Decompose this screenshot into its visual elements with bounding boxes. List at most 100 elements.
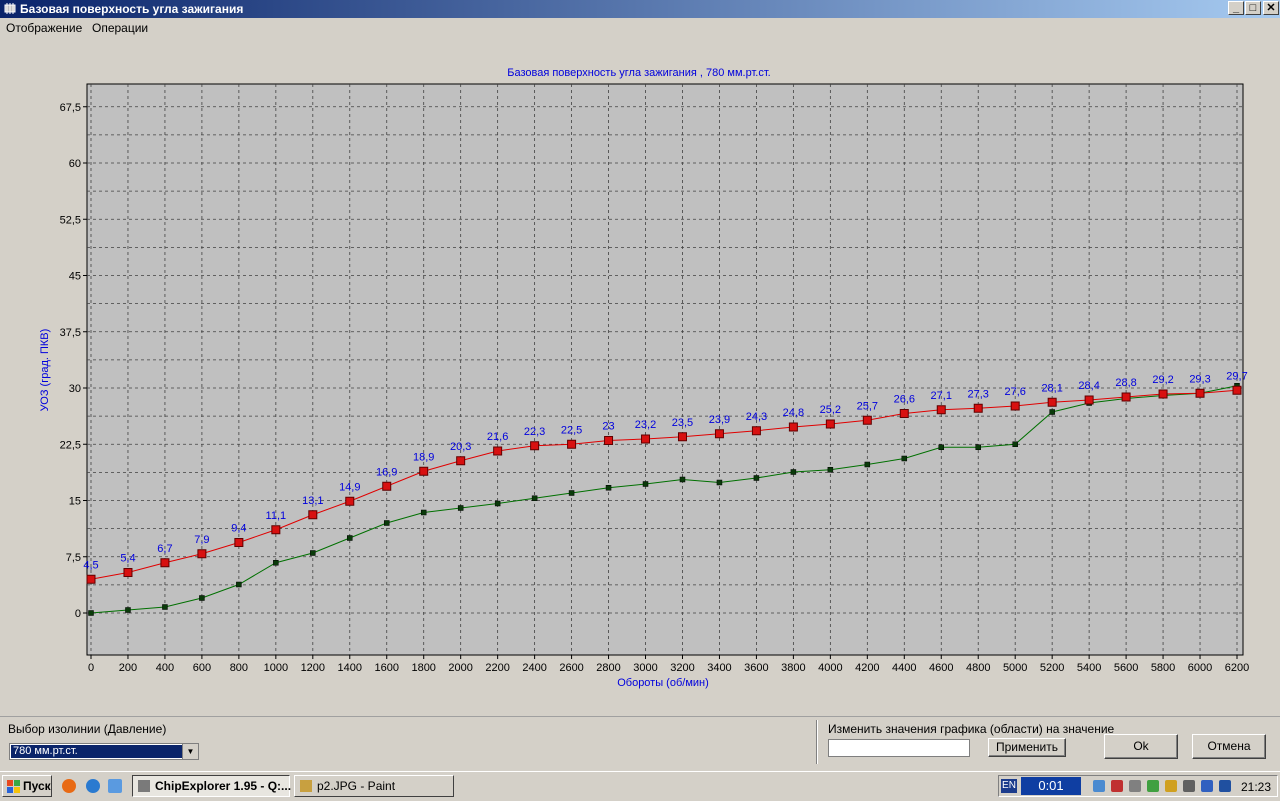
taskbar: Пуск ChipExplorer 1.95 - Q:... p2.JPG - … [0,771,1280,801]
system-tray: EN 0:01 21:23 [998,775,1278,797]
chart-title: Базовая поверхность угла зажигания , 780… [507,67,771,79]
green-series-point [199,595,205,601]
connection-timer[interactable]: 0:01 [1021,777,1081,795]
volume-icon[interactable] [1129,780,1141,792]
start-button[interactable]: Пуск [2,775,52,797]
x-tick-label: 3400 [707,662,731,674]
antivirus-icon[interactable] [1111,780,1123,792]
data-label: 16,9 [376,466,397,478]
quick-launch-icon[interactable] [108,779,122,793]
clock: 21:23 [1240,780,1271,794]
change-value-input[interactable] [828,739,970,757]
data-label: 28,8 [1115,377,1136,389]
tray-app-icon[interactable] [1201,780,1213,792]
x-tick-label: 6200 [1225,662,1249,674]
tray-app-icon[interactable] [1183,780,1195,792]
x-tick-label: 0 [88,662,94,674]
chevron-down-icon[interactable]: ▼ [182,744,198,759]
x-tick-label: 1400 [338,662,362,674]
menu-operations[interactable]: Операции [92,21,148,35]
green-series-point [901,455,908,462]
green-series-point [679,476,686,483]
y-tick-label: 60 [69,158,81,170]
ignition-angle-chart[interactable]: Базовая поверхность угла зажигания , 780… [0,56,1280,696]
x-tick-label: 6000 [1188,662,1212,674]
red-series-point [677,432,687,442]
data-label: 23,9 [709,414,730,426]
y-axis-label: УОЗ (град. ПКВ) [39,329,51,412]
tray-app-icon[interactable] [1219,780,1231,792]
apply-button[interactable]: Применить [988,738,1066,757]
minimize-button[interactable]: _ [1228,1,1244,15]
firefox-icon[interactable] [62,779,76,793]
language-indicator[interactable]: EN [1001,779,1017,793]
red-series-point [567,439,577,449]
plot-area [86,83,1244,656]
task-paint[interactable]: p2.JPG - Paint [294,775,454,797]
isoline-select-value: 780 мм.рт.ст. [11,745,182,758]
data-label: 5,4 [120,553,135,565]
data-label: 23 [602,421,614,433]
red-series-point [973,403,983,413]
x-tick-label: 5800 [1151,662,1175,674]
data-label: 29,7 [1226,370,1247,382]
task-label: ChipExplorer 1.95 - Q:... [155,779,292,793]
data-label: 14,9 [339,481,360,493]
x-tick-label: 4800 [966,662,990,674]
y-tick-label: 15 [69,496,81,508]
x-tick-label: 5400 [1077,662,1101,674]
change-value-label: Изменить значения графика (области) на з… [828,722,1115,736]
red-series-point [1084,395,1094,405]
task-label: p2.JPG - Paint [317,779,396,793]
data-label: 27,6 [1004,386,1025,398]
green-series-point [568,490,575,496]
network-icon[interactable] [1093,780,1105,792]
red-series-point [899,409,909,418]
green-series-point [1049,409,1055,415]
data-label: 20,3 [450,441,471,453]
x-tick-label: 2600 [559,662,583,674]
isoline-select[interactable]: 780 мм.рт.ст. ▼ [9,743,199,760]
data-label: 24,3 [746,411,767,423]
data-label: 27,3 [968,388,989,400]
ok-button[interactable]: Ok [1104,734,1178,759]
red-series-point [751,426,761,436]
data-label: 23,2 [635,419,656,431]
x-tick-label: 1800 [411,662,435,674]
data-label: 27,1 [931,390,952,402]
y-tick-label: 22,5 [60,439,81,451]
red-series-point [1158,389,1168,399]
data-label: 18,9 [413,451,434,463]
x-tick-label: 2800 [596,662,620,674]
menu-display[interactable]: Отображение [6,21,82,35]
data-label: 11,1 [266,510,287,522]
x-tick-label: 3600 [744,662,768,674]
green-series-point [864,461,871,468]
task-chipexplorer[interactable]: ChipExplorer 1.95 - Q:... [132,775,292,797]
maximize-button[interactable]: □ [1245,1,1261,15]
x-tick-label: 4000 [818,662,842,674]
x-tick-label: 1000 [264,662,288,674]
green-series-point [827,467,834,473]
data-label: 22,3 [524,426,545,438]
tray-app-icon[interactable] [1147,780,1159,792]
menu-bar: Отображение Операции [0,19,1280,37]
cancel-button[interactable]: Отмена [1192,734,1266,759]
red-series-point [530,441,540,451]
red-series-point [604,436,614,445]
internet-explorer-icon[interactable] [86,779,100,793]
red-series-point [1010,401,1020,411]
data-label: 6,7 [157,543,172,555]
y-tick-label: 7,5 [66,552,81,564]
tray-app-icon[interactable] [1165,780,1177,792]
red-series-point [308,510,318,520]
x-tick-label: 3000 [633,662,657,674]
close-button[interactable]: ✕ [1263,1,1279,15]
x-tick-label: 200 [119,662,137,674]
green-series-point [420,509,427,516]
window-title-bar[interactable]: Базовая поверхность угла зажигания _ □ ✕ [0,0,1280,18]
data-label: 28,4 [1078,380,1099,392]
data-label: 25,2 [820,404,841,416]
data-label: 23,5 [672,417,693,429]
x-tick-label: 400 [156,662,174,674]
